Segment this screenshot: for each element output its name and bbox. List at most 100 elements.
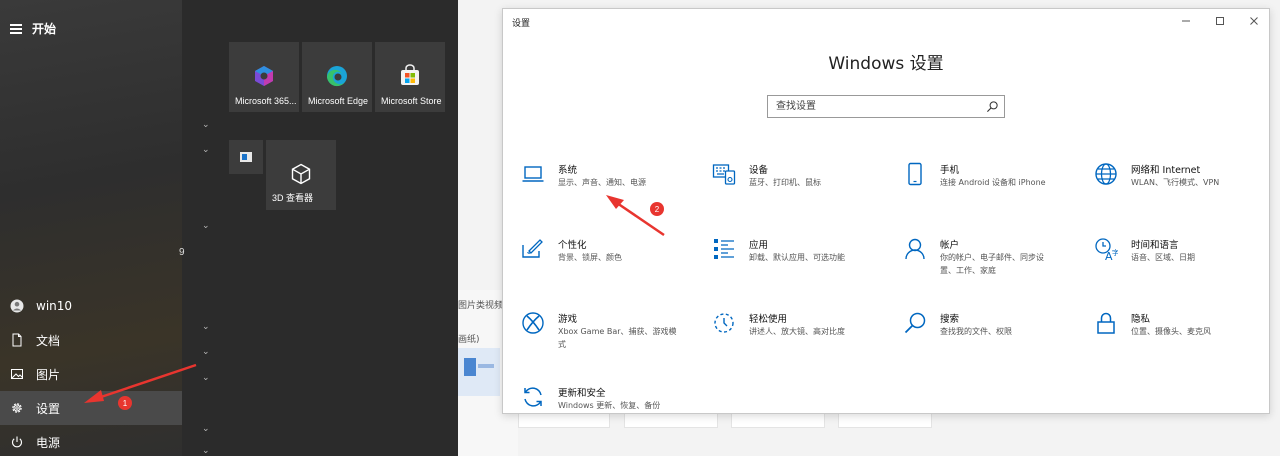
category-description: 你的帐户、电子邮件、同步设置、工作、家庭 [940,253,1044,275]
category-name: 轻松使用 [749,314,788,325]
keyboard-device-icon [712,164,736,185]
settings-search-box[interactable] [767,95,1005,118]
category-description: 显示、声音、通知、电源 [558,178,646,187]
category-name: 个性化 [558,240,587,251]
paint-icon [522,239,543,258]
start-menu-header[interactable]: 开始 [10,18,56,38]
settings-category-devices[interactable]: 设备 蓝牙、打印机、鼠标 [694,162,864,222]
annotation-badge-1: 1 [118,396,132,410]
tile-label: 3D 查看器 [272,193,314,203]
tile-microsoft-edge[interactable]: Microsoft Edge [302,42,372,112]
tile-label: Microsoft Store [381,96,442,106]
start-menu-title: 开始 [32,21,57,36]
xbox-icon [522,312,544,334]
category-name: 更新和安全 [558,388,606,399]
document-icon [12,333,22,347]
start-menu: 开始 win10 文档 图片 设置 电源 9 ⌄ ⌄ ⌄ ⌄ ⌄ ⌄ ⌄ ⌄ M… [0,0,458,456]
start-item-settings[interactable]: 设置 [0,391,182,425]
start-item-documents[interactable]: 文档 [0,323,182,357]
background-card [838,412,932,428]
chevron-down-icon[interactable]: ⌄ [202,322,212,332]
time-language-icon: A 字 [1095,238,1118,261]
settings-category-gaming[interactable]: 游戏 Xbox Game Bar、捕获、游戏模式 [503,311,677,371]
background-thumbnail [458,348,500,396]
background-text: 画纸) [458,335,480,345]
chevron-down-icon[interactable]: ⌄ [202,221,212,231]
settings-category-network[interactable]: 网络和 Internet WLAN、飞行模式、VPN [1076,162,1246,222]
category-name: 网络和 Internet [1131,165,1201,176]
category-description: 查找我的文件、权限 [940,327,1012,336]
background-card [731,412,825,428]
apps-list-icon [714,239,734,259]
window-title: 设置 [512,19,531,29]
settings-category-apps[interactable]: 应用 卸载、默认应用、可选功能 [694,237,864,297]
category-name: 时间和语言 [1131,240,1179,251]
category-description: 背景、锁屏、颜色 [558,253,622,262]
settings-category-personalization[interactable]: 个性化 背景、锁屏、颜色 [503,237,673,297]
category-description: Xbox Game Bar、捕获、游戏模式 [558,327,677,349]
tile-small-app[interactable] [229,140,263,174]
category-name: 搜索 [940,314,960,325]
settings-category-privacy[interactable]: 隐私 位置、摄像头、麦克风 [1076,311,1246,371]
settings-category-ease-of-access[interactable]: 轻松使用 讲述人、放大镜、高对比度 [694,311,864,371]
app-window-icon [240,152,252,162]
settings-heading: Windows 设置 [828,54,944,74]
chevron-down-icon[interactable]: ⌄ [202,446,212,456]
picture-icon [11,369,23,379]
category-name: 设备 [749,165,769,176]
phone-icon [908,162,922,186]
chevron-down-icon[interactable]: ⌄ [202,120,212,130]
start-item-label: 文档 [36,333,61,348]
start-item-pictures[interactable]: 图片 [0,357,182,391]
settings-category-update-security[interactable]: 更新和安全 Windows 更新、恢复、备份 [503,385,673,413]
annotation-badge-2: 2 [650,202,664,216]
search-icon[interactable] [986,100,999,113]
tile-microsoft-store[interactable]: Microsoft Store [375,42,445,112]
category-description: 卸载、默认应用、可选功能 [749,253,845,262]
close-button[interactable] [1239,12,1269,30]
start-item-power[interactable]: 电源 [0,425,182,456]
category-name: 隐私 [1131,314,1151,325]
tile-label: Microsoft Edge [308,96,369,106]
settings-category-accounts[interactable]: 帐户 你的帐户、电子邮件、同步设置、工作、家庭 [885,237,1055,297]
globe-icon [1095,163,1117,185]
start-item-label: 设置 [36,401,61,416]
chevron-down-icon[interactable]: ⌄ [202,145,212,155]
settings-category-time-language[interactable]: A 字 时间和语言 语音、区域、日期 [1076,237,1246,297]
start-user-account[interactable]: win10 [0,289,182,323]
settings-window: 设置 Windows 设置 系统 显示、声音、通知、电源 [502,8,1270,414]
maximize-button[interactable] [1205,12,1235,30]
laptop-icon [522,166,544,182]
microsoft365-icon [255,66,273,86]
search-icon [904,312,926,334]
chevron-down-icon[interactable]: ⌄ [202,347,212,357]
ease-of-access-icon [714,313,734,333]
background-text: 图片类视频 [458,301,504,311]
category-description: WLAN、飞行模式、VPN [1131,178,1220,187]
chevron-down-icon[interactable]: ⌄ [202,373,212,383]
close-icon [1250,17,1258,25]
background-card [624,412,718,428]
category-name: 游戏 [558,314,578,325]
category-name: 应用 [749,240,769,251]
category-description: 语音、区域、日期 [1131,253,1195,262]
search-input[interactable] [768,96,978,117]
hamburger-icon[interactable] [10,23,22,34]
lock-icon [1097,312,1115,334]
settings-titlebar[interactable]: 设置 [503,9,1269,33]
sync-icon [524,387,542,407]
settings-category-search[interactable]: 搜索 查找我的文件、权限 [885,311,1055,371]
category-description: 蓝牙、打印机、鼠标 [749,178,821,187]
edge-icon [327,66,347,87]
minimize-button[interactable] [1171,12,1201,30]
settings-category-system[interactable]: 系统 显示、声音、通知、电源 [503,162,673,222]
tile-3d-viewer[interactable]: 3D 查看器 [266,140,336,210]
category-description: 位置、摄像头、麦克风 [1131,327,1211,336]
settings-category-phone[interactable]: 手机 连接 Android 设备和 iPhone [885,162,1055,222]
group-letter[interactable]: 9 [179,247,185,258]
chevron-down-icon[interactable]: ⌄ [202,424,212,434]
category-name: 系统 [558,165,578,176]
start-item-label: 图片 [36,367,61,382]
tile-microsoft-365[interactable]: Microsoft 365... [229,42,299,112]
3d-viewer-icon [291,163,311,185]
